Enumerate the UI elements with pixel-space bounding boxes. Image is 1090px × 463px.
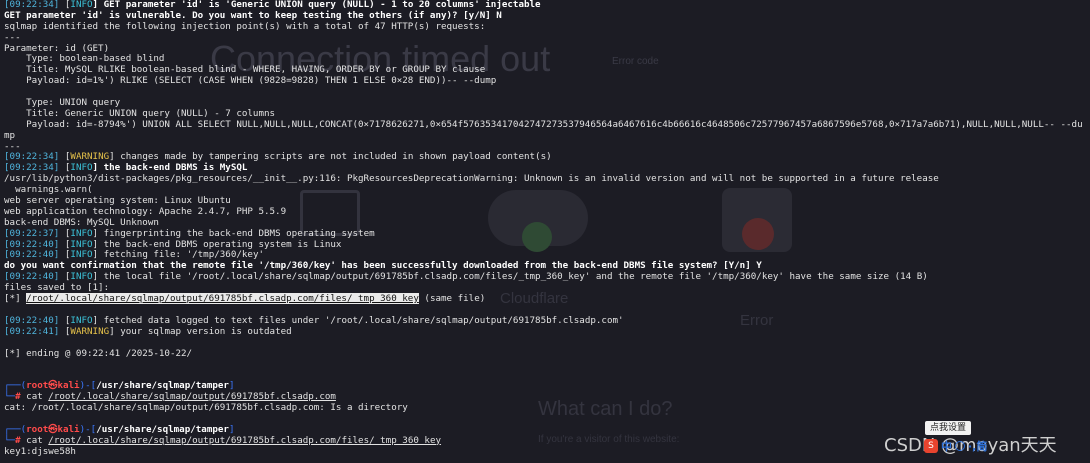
terminal-text: key1:djswe58h — [4, 445, 76, 457]
terminal-text: INFO — [70, 271, 93, 283]
terminal-text: /root/.local/share/sqlmap/output/691785b… — [48, 391, 336, 403]
terminal-text: [ — [59, 249, 71, 261]
terminal-line: Parameter: id (GET) — [4, 42, 1090, 55]
terminal-text: web application technology: Apache 2.4.7… — [4, 205, 287, 217]
terminal-line: cat: /root/.local/share/sqlmap/output/69… — [4, 401, 1090, 414]
terminal-text: ] changes made by tampering scripts are … — [109, 151, 552, 163]
terminal-text: [ — [59, 271, 71, 283]
terminal-line: web application technology: Apache 2.4.7… — [4, 205, 1090, 218]
terminal-text: [ — [59, 151, 71, 163]
terminal-text: /usr/share/sqlmap/tamper — [96, 423, 229, 435]
terminal-line: [*] ending @ 09:22:41 /2025-10-22/ — [4, 347, 1090, 360]
terminal-line: [*] /root/.local/share/sqlmap/output/691… — [4, 293, 1090, 305]
terminal-text: Payload: id=-8794%') UNION ALL SELECT NU… — [4, 118, 1083, 130]
terminal-text: /root/.local/share/sqlmap/output/691785b… — [48, 434, 442, 446]
terminal-line: mp — [4, 129, 1090, 142]
ime-chinese-mode[interactable]: 中 — [941, 438, 952, 454]
terminal-text: do you want confirmation that the remote… — [4, 260, 762, 272]
terminal-line: --- — [4, 31, 1090, 44]
terminal-text: Title: Generic UNION query (NULL) - 7 co… — [4, 107, 276, 119]
terminal-text: [ — [59, 238, 71, 250]
terminal-line: [09:22:40] [INFO] the local file '/root/… — [4, 271, 1090, 283]
terminal-text: [ — [59, 325, 71, 337]
terminal-text: └─ — [4, 434, 16, 446]
terminal-text: [ — [59, 227, 71, 239]
terminal-text: ] fingerprinting the back-end DBMS opera… — [92, 227, 375, 239]
terminal-text: root㉿kali — [26, 423, 80, 435]
terminal-text: [09:22:40] — [4, 271, 60, 283]
terminal-text: INFO — [70, 227, 93, 239]
terminal-text: ┌──( — [4, 423, 27, 435]
terminal-line: Payload: id=1%') RLIKE (SELECT (CASE WHE… — [4, 75, 1090, 87]
sogou-ime-icon[interactable]: S — [924, 439, 938, 453]
terminal-text: ] — [228, 380, 235, 392]
terminal-text: cat — [20, 391, 49, 403]
terminal-text: [09:22:40] — [4, 314, 60, 326]
terminal-text: ] the back-end DBMS operating system is … — [92, 238, 342, 250]
terminal-text: back-end DBMS: MySQL Unknown — [4, 216, 159, 228]
terminal-text: Title: MySQL RLIKE boolean-based blind -… — [4, 64, 486, 76]
terminal-text: --- — [4, 31, 21, 43]
terminal-text: mp — [4, 129, 16, 141]
terminal-text: cat — [20, 434, 49, 446]
ime-toolbar[interactable]: S 中 ·,简 — [924, 438, 1044, 454]
ime-punct-icon[interactable] — [955, 441, 965, 451]
terminal-text: ] fetched data logged to text files unde… — [92, 314, 624, 326]
terminal-text: ] the back-end DBMS is MySQL — [92, 162, 248, 174]
terminal-text: ] your sqlmap version is outdated — [109, 325, 292, 337]
terminal-text: [09:22:34] — [4, 162, 60, 174]
terminal-text: INFO — [70, 0, 93, 10]
terminal-text: GET parameter 'id' is vulnerable. Do you… — [4, 9, 502, 21]
terminal-line: sqlmap identified the following injectio… — [4, 20, 1090, 33]
terminal-text: [ — [59, 0, 71, 10]
terminal-text: [09:22:40] — [4, 238, 60, 250]
terminal-text: ] fetching file: '/tmp/360/key' — [92, 249, 265, 261]
terminal-text: web server operating system: Linux Ubunt… — [4, 195, 231, 207]
terminal-text: root㉿kali — [26, 380, 80, 392]
terminal-output[interactable]: [09:22:34] [INFO] GET parameter 'id' is … — [0, 0, 1090, 463]
terminal-text: [ — [59, 162, 71, 174]
terminal-line: /usr/lib/python3/dist-packages/pkg_resou… — [4, 173, 1090, 185]
terminal-text: Type: boolean-based blind — [4, 53, 165, 65]
terminal-text: Payload: id=1%') RLIKE (SELECT (CASE WHE… — [4, 75, 497, 87]
terminal-text: /usr/lib/python3/dist-packages/pkg_resou… — [4, 173, 939, 185]
terminal-line: Payload: id=-8794%') UNION ALL SELECT NU… — [4, 118, 1090, 131]
terminal-text: (same file) — [418, 293, 486, 305]
terminal-text: /usr/share/sqlmap/tamper — [96, 380, 229, 392]
terminal-text: files saved to [1]: — [4, 282, 110, 294]
terminal-text: INFO — [70, 162, 93, 174]
terminal-text: └─ — [4, 391, 16, 403]
terminal-text: ] the local file '/root/.local/share/sql… — [92, 271, 928, 283]
terminal-text: INFO — [70, 314, 93, 326]
terminal-text: ] GET parameter 'id' is 'Generic UNION q… — [92, 0, 541, 10]
terminal-text: )-[ — [79, 380, 97, 392]
terminal-text: cat: /root/.local/share/sqlmap/output/69… — [4, 401, 408, 413]
terminal-text: Type: UNION query — [4, 97, 121, 109]
terminal-text: /root/.local/share/sqlmap/output/691785b… — [26, 293, 419, 305]
terminal-text: --- — [4, 140, 21, 152]
terminal-text: warnings.warn( — [4, 184, 93, 196]
terminal-text: [*] ending @ 09:22:41 /2025-10-22/ — [4, 347, 193, 359]
terminal-text: WARNING — [70, 151, 110, 163]
terminal-text: [09:22:37] — [4, 227, 60, 239]
ime-settings-tooltip: 点我设置 — [925, 421, 972, 435]
terminal-text: INFO — [70, 238, 93, 250]
terminal-text: [*] — [4, 293, 27, 305]
terminal-text: [ — [59, 314, 71, 326]
terminal-text: )-[ — [79, 423, 97, 435]
terminal-text: [09:22:40] — [4, 249, 60, 261]
terminal-text: WARNING — [70, 325, 110, 337]
terminal-text: [09:22:34] — [4, 151, 60, 163]
terminal-text: [09:22:34] — [4, 0, 60, 10]
terminal-text: [09:22:41] — [4, 325, 60, 337]
terminal-text: INFO — [70, 249, 93, 261]
terminal-line: [09:22:41] [WARNING] your sqlmap version… — [4, 325, 1090, 338]
terminal-text: sqlmap identified the following injectio… — [4, 20, 486, 32]
terminal-text: ] — [228, 423, 235, 435]
ime-extra[interactable]: ·,简 — [968, 438, 987, 454]
terminal-text: ┌──( — [4, 380, 27, 392]
terminal-text: Parameter: id (GET) — [4, 42, 110, 54]
